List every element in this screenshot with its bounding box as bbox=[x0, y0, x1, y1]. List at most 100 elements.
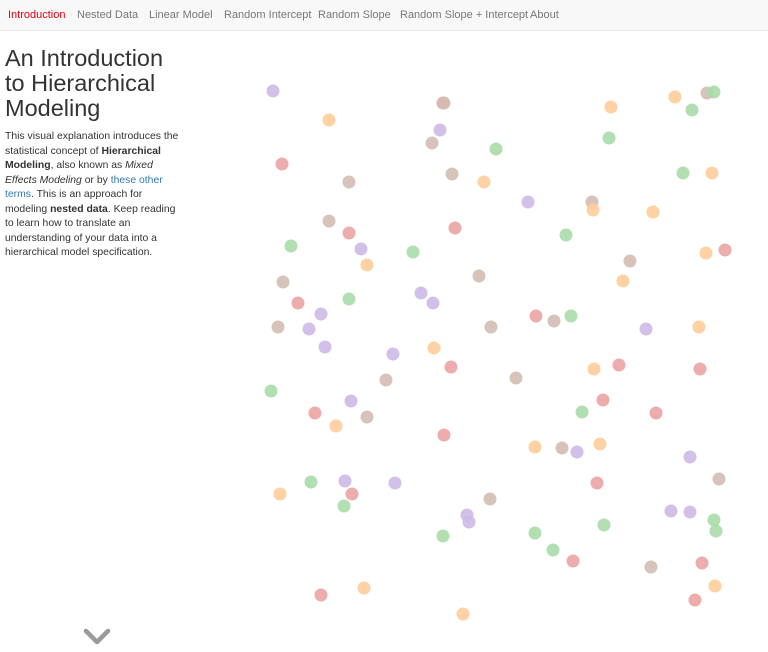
decorative-dot bbox=[386, 347, 400, 361]
decorative-dot bbox=[342, 292, 356, 306]
decorative-dot bbox=[276, 275, 290, 289]
decorative-dot bbox=[302, 322, 316, 336]
decorative-dot bbox=[436, 96, 450, 110]
decorative-dot bbox=[709, 524, 723, 538]
decorative-dot bbox=[546, 543, 560, 557]
decorative-dot bbox=[264, 384, 278, 398]
decorative-dot bbox=[354, 242, 368, 256]
decorative-dot bbox=[712, 472, 726, 486]
navbar: Introduction Nested Data Linear Model Ra… bbox=[0, 0, 768, 31]
decorative-dot bbox=[695, 556, 709, 570]
decorative-dot bbox=[322, 113, 336, 127]
decorative-dot bbox=[266, 84, 280, 98]
decorative-dot bbox=[509, 371, 523, 385]
decorative-dot bbox=[612, 358, 626, 372]
intro-section: An Introduction to Hierarchical Modeling… bbox=[5, 46, 183, 261]
decorative-dot bbox=[477, 175, 491, 189]
decorative-dot bbox=[685, 103, 699, 117]
decorative-dot bbox=[291, 296, 305, 310]
decorative-dot bbox=[700, 86, 714, 100]
page-title: An Introduction to Hierarchical Modeling bbox=[5, 45, 164, 121]
decorative-dot bbox=[318, 340, 332, 354]
decorative-dot bbox=[604, 100, 618, 114]
intro-text-3: or by bbox=[81, 174, 111, 186]
decorative-dot bbox=[472, 269, 486, 283]
decorative-dot bbox=[314, 307, 328, 321]
decorative-dot bbox=[529, 309, 543, 323]
nav-about[interactable]: About bbox=[530, 0, 559, 31]
decorative-dot bbox=[699, 246, 713, 260]
decorative-dot bbox=[448, 221, 462, 235]
decorative-dot bbox=[489, 142, 503, 156]
decorative-dot bbox=[322, 214, 336, 228]
decorative-dot bbox=[342, 226, 356, 240]
decorative-dot bbox=[585, 195, 599, 209]
decorative-dot bbox=[444, 360, 458, 374]
decorative-dot bbox=[521, 195, 535, 209]
decorative-dot bbox=[593, 437, 607, 451]
decorative-dot bbox=[314, 588, 328, 602]
decorative-dot bbox=[406, 245, 420, 259]
decorative-dot bbox=[596, 393, 610, 407]
decorative-dot bbox=[668, 90, 682, 104]
decorative-dot bbox=[602, 131, 616, 145]
decorative-dot bbox=[425, 136, 439, 150]
decorative-dot bbox=[437, 96, 451, 110]
decorative-dot bbox=[460, 508, 474, 522]
decorative-dot bbox=[707, 85, 721, 99]
decorative-dot bbox=[360, 258, 374, 272]
nav-random-slope-intercept[interactable]: Random Slope + Intercept bbox=[400, 0, 528, 31]
decorative-dot bbox=[664, 504, 678, 518]
nav-random-intercept[interactable]: Random Intercept bbox=[224, 0, 311, 31]
decorative-dot bbox=[590, 476, 604, 490]
intro-text-2: , also known as bbox=[50, 160, 126, 171]
intro-paragraph: This visual explanation introduces the s… bbox=[5, 130, 183, 261]
nav-nested-data[interactable]: Nested Data bbox=[77, 0, 138, 31]
decorative-dot bbox=[586, 203, 600, 217]
decorative-dot bbox=[555, 441, 569, 455]
nav-random-slope[interactable]: Random Slope bbox=[318, 0, 391, 31]
decorative-dot bbox=[345, 487, 359, 501]
decorative-dot bbox=[308, 406, 322, 420]
decorative-dot bbox=[445, 167, 459, 181]
decorative-dot bbox=[379, 373, 393, 387]
decorative-dot bbox=[559, 228, 573, 242]
decorative-dot bbox=[692, 320, 706, 334]
decorative-dot bbox=[426, 296, 440, 310]
decorative-dot bbox=[649, 406, 663, 420]
decorative-dot bbox=[284, 239, 298, 253]
decorative-dot bbox=[483, 492, 497, 506]
nav-introduction[interactable]: Introduction bbox=[8, 0, 65, 31]
decorative-dot bbox=[575, 405, 589, 419]
decorative-dot bbox=[587, 362, 601, 376]
decorative-dot bbox=[616, 274, 630, 288]
decorative-dot bbox=[360, 410, 374, 424]
decorative-dot bbox=[273, 487, 287, 501]
decorative-dot bbox=[597, 518, 611, 532]
decorative-dot bbox=[337, 499, 351, 513]
decorative-dot bbox=[427, 341, 441, 355]
decorative-dot bbox=[528, 526, 542, 540]
decorative-dot bbox=[683, 450, 697, 464]
decorative-dot bbox=[456, 607, 470, 621]
decorative-dot bbox=[388, 476, 402, 490]
decorative-dot bbox=[342, 175, 356, 189]
decorative-dot bbox=[705, 166, 719, 180]
decorative-dot bbox=[344, 394, 358, 408]
decorative-dot bbox=[693, 362, 707, 376]
decorative-dot bbox=[304, 475, 318, 489]
decorative-dot bbox=[484, 320, 498, 334]
decorative-dot bbox=[718, 243, 732, 257]
nav-linear-model[interactable]: Linear Model bbox=[149, 0, 213, 31]
decorative-dot bbox=[646, 205, 660, 219]
decorative-dot bbox=[329, 419, 343, 433]
decorative-dot bbox=[623, 254, 637, 268]
decorative-dot bbox=[271, 320, 285, 334]
decorative-dot bbox=[357, 581, 371, 595]
term-nested-data: nested data bbox=[50, 203, 108, 215]
chevron-down-icon[interactable] bbox=[83, 627, 111, 647]
decorative-dot bbox=[683, 505, 697, 519]
decorative-dot bbox=[707, 513, 721, 527]
nav-list: Introduction Nested Data Linear Model Ra… bbox=[0, 0, 768, 31]
decorative-dot bbox=[708, 579, 722, 593]
